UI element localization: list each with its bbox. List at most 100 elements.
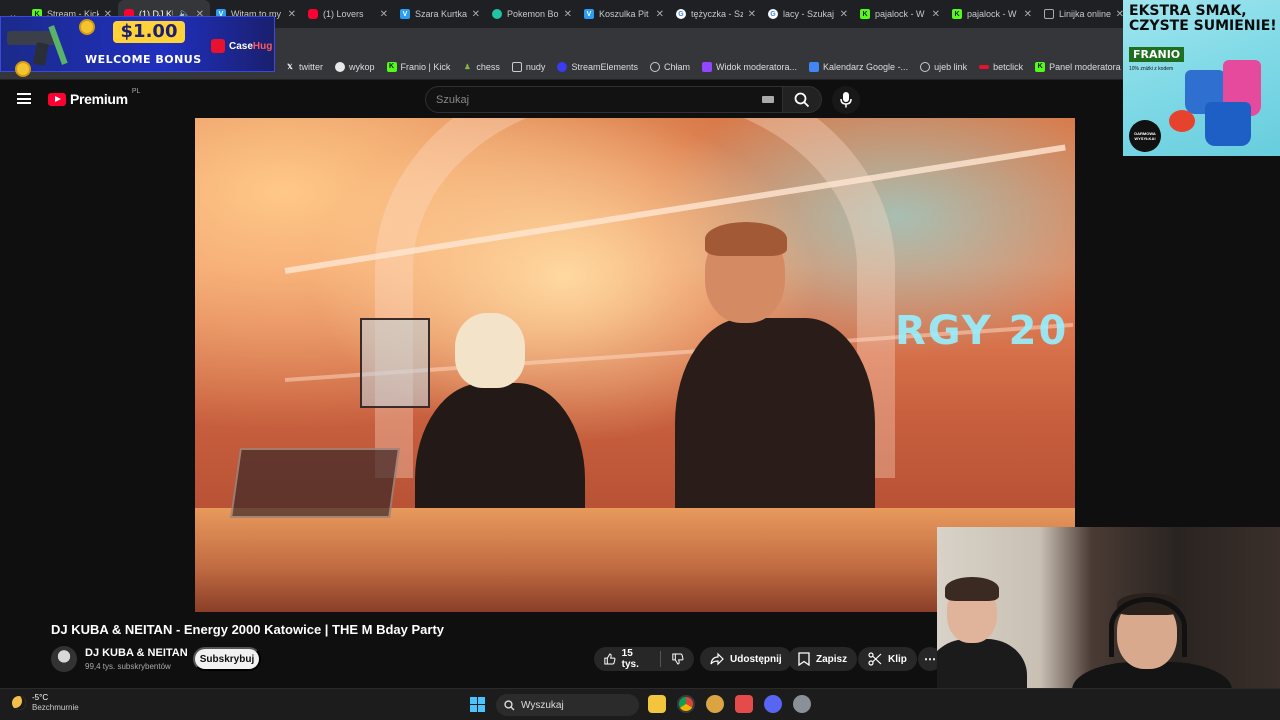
- subscribe-button[interactable]: Subskrybuj: [193, 647, 261, 671]
- bookmark-chlam[interactable]: Chłam: [649, 61, 690, 72]
- ad-brand: FRANIO: [1129, 47, 1185, 62]
- keyboard-icon[interactable]: [762, 96, 774, 103]
- tab-title: Linijka online: [1059, 9, 1111, 19]
- avatar[interactable]: [51, 646, 77, 672]
- bookmark-ujeb-link[interactable]: ujeb link: [920, 61, 968, 72]
- tab-7[interactable]: Gtężyczka - Sz ✕: [670, 0, 762, 28]
- bookmark-label: betclick: [993, 61, 1024, 72]
- voice-search-button[interactable]: [832, 86, 860, 114]
- kick-icon: K: [1035, 61, 1046, 72]
- youtube-icon: [308, 9, 318, 19]
- bookmark-chess[interactable]: ♟ chess: [462, 62, 500, 72]
- bookmark-streamelements[interactable]: StreamElements: [557, 61, 638, 72]
- bookmark-icon: [798, 652, 810, 666]
- close-icon[interactable]: ✕: [472, 9, 480, 20]
- bookmark-panel-moderatora[interactable]: K Panel moderatora |...: [1035, 61, 1133, 72]
- weather-temperature: -5°C: [32, 693, 49, 702]
- thumbs-up-icon[interactable]: [604, 652, 616, 666]
- discord-icon[interactable]: [764, 695, 782, 713]
- bookmark-label: ujeb link: [934, 61, 968, 72]
- tab-4[interactable]: V Szara Kurtka ✕: [394, 0, 486, 28]
- close-icon[interactable]: ✕: [288, 9, 296, 20]
- microphone-icon: [840, 92, 852, 108]
- tab-title: tężyczka - Sz: [691, 9, 743, 19]
- scissors-icon: [868, 652, 882, 666]
- bookmark-widok-moderatora[interactable]: Widok moderatora...: [701, 61, 798, 72]
- share-button[interactable]: Udostępnij: [700, 647, 792, 671]
- settings-gear-icon[interactable]: [793, 695, 811, 713]
- region-code: PL: [131, 87, 141, 95]
- fruit-graphic: [1169, 110, 1195, 132]
- save-button[interactable]: Zapisz: [788, 647, 858, 671]
- close-icon[interactable]: ✕: [564, 9, 572, 20]
- windows-start-icon[interactable]: [470, 697, 485, 712]
- bookmark-label: twitter: [299, 61, 324, 72]
- like-count[interactable]: 15 tys.: [622, 648, 648, 670]
- tab-5[interactable]: Pokemon Bo ✕: [486, 0, 578, 28]
- energy-sign: RGY 20: [895, 308, 1069, 354]
- streamer-left-hair: [945, 577, 999, 601]
- vertical-icon: V: [584, 9, 594, 19]
- streamelements-icon: [557, 61, 568, 72]
- thumbs-down-icon[interactable]: [672, 652, 684, 666]
- search-box: [425, 86, 785, 113]
- youtube-premium-logo[interactable]: Premium PL: [48, 87, 141, 107]
- ad-headline: EKSTRA SMAK, CZYSTE SUMIENIE!: [1129, 3, 1277, 34]
- ad-badge: DARMOWA WYSYŁKA!: [1129, 120, 1161, 152]
- globe-icon: [920, 61, 931, 72]
- file-explorer-icon[interactable]: [648, 695, 666, 713]
- twitch-icon: [701, 61, 712, 72]
- tab-3[interactable]: (1) Lovers ✕: [302, 0, 394, 28]
- franio-ad[interactable]: EKSTRA SMAK, CZYSTE SUMIENIE! FRANIO 10%…: [1123, 0, 1280, 156]
- bookmark-label: chess: [476, 61, 500, 72]
- close-icon[interactable]: ✕: [656, 9, 664, 20]
- bookmark-label: Chłam: [663, 61, 690, 72]
- bookmark-twitter[interactable]: 𝕏twitter: [285, 62, 323, 72]
- channel-name[interactable]: DJ KUBA & NEITAN: [85, 647, 188, 659]
- bookmark-nudy[interactable]: nudy: [511, 61, 545, 72]
- document-icon: [1044, 9, 1054, 19]
- tab-9[interactable]: Kpajalock - W ✕: [854, 0, 946, 28]
- like-dislike-group: 15 tys.: [594, 647, 694, 671]
- chess-icon: ♟: [464, 63, 471, 71]
- product-tub: [1205, 102, 1251, 146]
- close-icon[interactable]: ✕: [748, 9, 756, 20]
- casehug-ad[interactable]: $1.00 WELCOME BONUS Case Hug: [0, 16, 275, 77]
- subscriber-count: 99,4 tys. subskrybentów: [85, 662, 171, 671]
- ad-subtext: 10% zniżki z kodem: [1129, 66, 1174, 72]
- tab-6[interactable]: V Koszulka Pit ✕: [578, 0, 670, 28]
- search-button[interactable]: [782, 86, 822, 113]
- app-icon[interactable]: [706, 695, 724, 713]
- bookmark-label: StreamElements: [571, 61, 638, 72]
- clip-button[interactable]: Klip: [858, 647, 917, 671]
- tab-title: Szara Kurtka: [415, 9, 467, 19]
- bookmark-label: Widok moderatora...: [715, 61, 798, 72]
- moon-icon: [12, 696, 26, 710]
- tab-8[interactable]: Glacy - Szukaj ✕: [762, 0, 854, 28]
- google-icon: G: [676, 9, 686, 19]
- brand-left: Case: [229, 40, 253, 52]
- weather-widget[interactable]: -5°C Bezchmurnie: [12, 693, 79, 713]
- snipping-tool-icon[interactable]: [735, 695, 753, 713]
- share-icon: [710, 652, 724, 666]
- brand-right: Hug: [252, 40, 273, 52]
- close-icon[interactable]: ✕: [932, 9, 940, 20]
- bookmark-betclick[interactable]: betclick: [979, 62, 1023, 72]
- bookmark-kalendarz[interactable]: Kalendarz Google -...: [809, 61, 908, 72]
- close-icon[interactable]: ✕: [380, 9, 388, 20]
- tab-11[interactable]: Linijka online ✕: [1038, 0, 1130, 28]
- close-icon[interactable]: ✕: [1024, 9, 1032, 20]
- knife-gun-graphic: [7, 25, 68, 66]
- bookmark-wykop[interactable]: wykop: [335, 61, 375, 72]
- taskbar-search[interactable]: Wyszukaj: [496, 694, 639, 716]
- search-input[interactable]: [426, 87, 756, 112]
- ad-bonus-text: WELCOME BONUS: [85, 53, 202, 66]
- menu-icon[interactable]: [17, 93, 31, 104]
- bookmark-franio-kick[interactable]: K Franio | Kick: [386, 61, 450, 72]
- close-icon[interactable]: ✕: [840, 9, 848, 20]
- chrome-icon[interactable]: [677, 695, 695, 713]
- tab-10[interactable]: Kpajalock - W ✕: [946, 0, 1038, 28]
- kick-icon: K: [952, 9, 962, 19]
- ad-amount: $1.00: [113, 21, 185, 43]
- kick-icon: K: [860, 9, 870, 19]
